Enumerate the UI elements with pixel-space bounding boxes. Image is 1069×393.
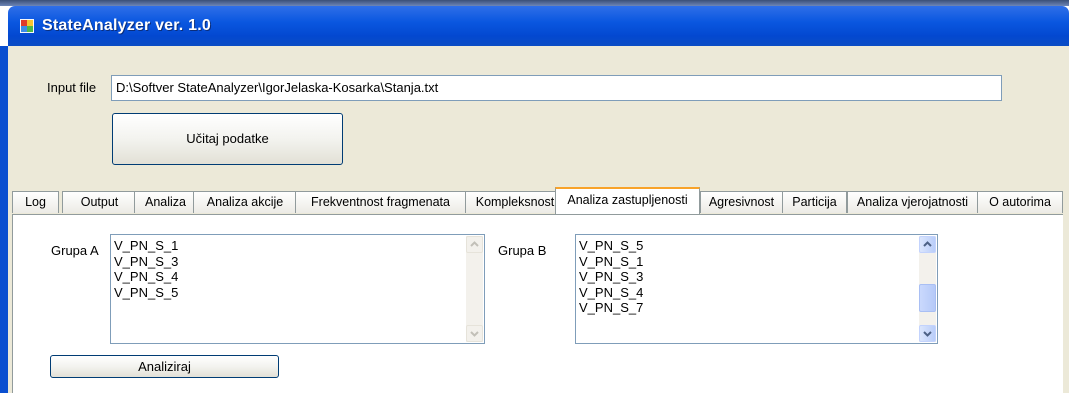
tab-o-autorima[interactable]: O autorima [977, 191, 1063, 213]
scroll-down-icon[interactable] [919, 325, 936, 342]
tab-particija[interactable]: Particija [782, 191, 847, 213]
scroll-down-icon[interactable] [466, 325, 483, 342]
list-item[interactable]: V_PN_S_5 [579, 238, 643, 254]
tab-agresivnost[interactable]: Agresivnost [700, 191, 783, 213]
list-item[interactable]: V_PN_S_3 [114, 254, 178, 270]
tab-analiza-akcije[interactable]: Analiza akcije [193, 191, 297, 213]
input-file-field[interactable]: D:\Softver StateAnalyzer\IgorJelaska-Kos… [111, 75, 1002, 101]
group-a-label: Grupa A [51, 243, 99, 258]
group-a-scrollbar[interactable] [466, 236, 483, 342]
group-a-listbox[interactable]: V_PN_S_1 V_PN_S_3 V_PN_S_4 V_PN_S_5 [110, 234, 485, 344]
tab-frekventnost-fragmenata[interactable]: Frekventnost fragmenata [295, 191, 466, 213]
scroll-thumb[interactable] [919, 284, 936, 312]
list-item[interactable]: V_PN_S_3 [579, 269, 643, 285]
scroll-up-icon[interactable] [466, 236, 483, 253]
group-b-listbox[interactable]: V_PN_S_5 V_PN_S_1 V_PN_S_3 V_PN_S_4 V_PN… [575, 234, 938, 344]
tab-kompleksnost[interactable]: Kompleksnost [465, 191, 565, 213]
list-item[interactable]: V_PN_S_1 [114, 238, 178, 254]
app-icon [19, 18, 35, 34]
list-item[interactable]: V_PN_S_4 [114, 269, 178, 285]
tab-analiza[interactable]: Analiza [134, 191, 197, 213]
list-item[interactable]: V_PN_S_5 [114, 285, 178, 301]
tab-panel: Grupa A V_PN_S_1 V_PN_S_3 V_PN_S_4 V_PN_… [12, 214, 1063, 393]
tab-analiza-vjerojatnosti[interactable]: Analiza vjerojatnosti [847, 191, 978, 213]
title-bar[interactable]: StateAnalyzer ver. 1.0 [8, 6, 1069, 46]
window-title: StateAnalyzer ver. 1.0 [42, 17, 211, 34]
tab-output[interactable]: Output [62, 191, 137, 213]
input-file-label: Input file [47, 80, 97, 95]
group-b-label: Grupa B [498, 243, 547, 258]
scroll-up-icon[interactable] [919, 236, 936, 253]
list-item[interactable]: V_PN_S_7 [579, 300, 643, 316]
tab-analiza-zastupljenosti[interactable]: Analiza zastupljenosti [555, 187, 700, 214]
tab-strip: Log Output Analiza Analiza akcije Frekve… [12, 187, 1069, 215]
window-border [0, 46, 8, 393]
list-item[interactable]: V_PN_S_4 [579, 285, 643, 301]
app-window: StateAnalyzer ver. 1.0 Input file D:\Sof… [0, 0, 1069, 393]
load-data-button[interactable]: Učitaj podatke [112, 113, 343, 165]
tab-log[interactable]: Log [12, 191, 59, 213]
list-item[interactable]: V_PN_S_1 [579, 254, 643, 270]
group-b-scrollbar[interactable] [919, 236, 936, 342]
analyze-button[interactable]: Analiziraj [50, 355, 279, 378]
